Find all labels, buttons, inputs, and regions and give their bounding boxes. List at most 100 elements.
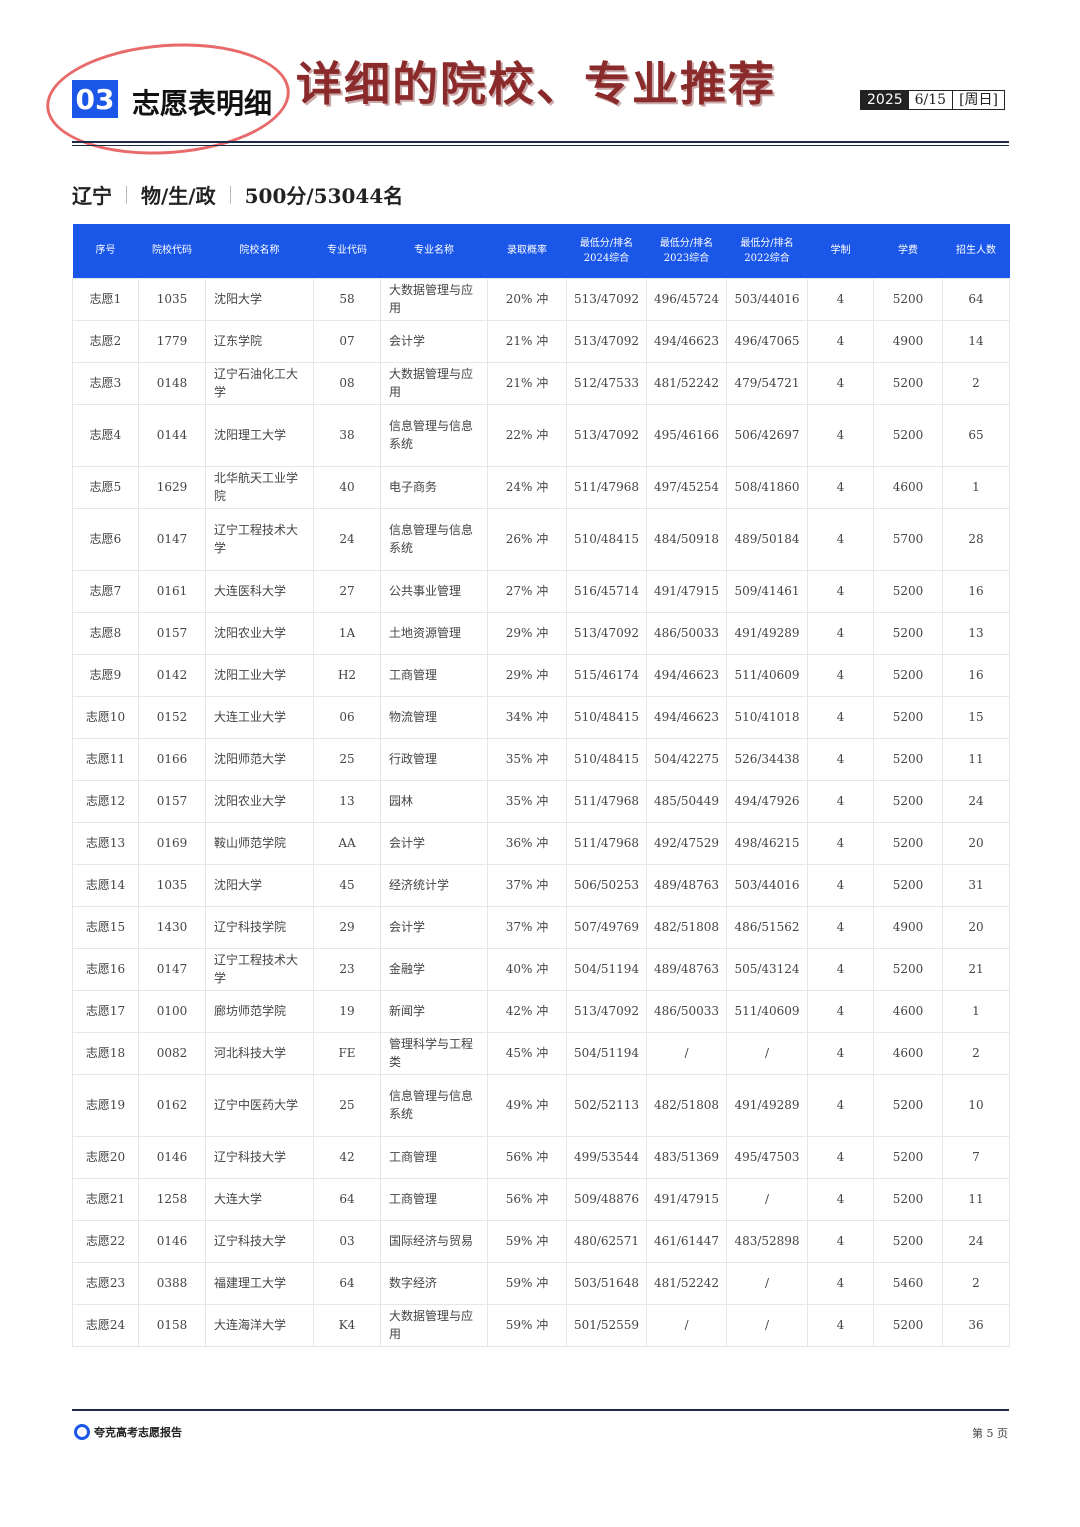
table-cell: 21% 冲 xyxy=(487,361,567,405)
table-row: 志愿16 0147 辽宁工程技术大学 23 金融学 40% 冲 504/51194 489/4… xyxy=(72,947,1010,991)
table-cell: 498/46215 xyxy=(726,821,808,865)
table-cell: 65 xyxy=(942,403,1010,467)
table-cell: 4 xyxy=(807,821,874,865)
table-cell: 4 xyxy=(807,507,874,571)
table-cell: 42% 冲 xyxy=(487,989,567,1033)
table-cell: 志愿19 xyxy=(72,1073,139,1137)
table-cell: 志愿23 xyxy=(72,1261,139,1305)
table-cell: 福建理工大学 xyxy=(205,1261,314,1305)
table-cell: 511/47968 xyxy=(566,779,647,823)
table-cell: 1 xyxy=(942,989,1010,1033)
table-cell: 辽宁工程技术大学 xyxy=(205,507,314,571)
table-cell: 志愿21 xyxy=(72,1177,139,1221)
table-cell: 4 xyxy=(807,1073,874,1137)
table-cell: 49% 冲 xyxy=(487,1073,567,1137)
table-cell: 20% 冲 xyxy=(487,277,567,321)
table-cell: 志愿7 xyxy=(72,569,139,613)
table-cell: 513/47092 xyxy=(566,277,647,321)
header-rule-thin xyxy=(72,145,1009,146)
table-cell: 40 xyxy=(313,465,381,509)
table-cell: 484/50918 xyxy=(646,507,727,571)
table-row: 志愿17 0100 廊坊师范学院 19 新闻学 42% 冲 513/47092 486/500… xyxy=(72,989,1010,1033)
table-cell: 新闻学 xyxy=(380,989,488,1033)
table-cell: 0161 xyxy=(138,569,206,613)
table-cell: 志愿8 xyxy=(72,611,139,655)
table-cell: / xyxy=(726,1261,808,1305)
header-rule xyxy=(72,141,1009,143)
table-cell: 37% 冲 xyxy=(487,863,567,907)
table-cell: 4 xyxy=(807,403,874,467)
table-cell: / xyxy=(726,1177,808,1221)
table-cell: 480/62571 xyxy=(566,1219,647,1263)
table-row: 志愿7 0161 大连医科大学 27 公共事业管理 27% 冲 516/45714 491/4… xyxy=(72,569,1010,613)
table-cell: 廊坊师范学院 xyxy=(205,989,314,1033)
table-cell: 工商管理 xyxy=(380,1177,488,1221)
table-cell: 59% 冲 xyxy=(487,1219,567,1263)
table-row: 志愿9 0142 沈阳工业大学 H2 工商管理 29% 冲 515/46174 494/466… xyxy=(72,653,1010,697)
table-cell: / xyxy=(726,1303,808,1347)
table-row: 志愿11 0166 沈阳师范大学 25 行政管理 35% 冲 510/48415 504/42… xyxy=(72,737,1010,781)
table-cell: 2 xyxy=(942,1261,1010,1305)
table-cell: 501/52559 xyxy=(566,1303,647,1347)
table-cell: 4 xyxy=(807,277,874,321)
table-cell: 1A xyxy=(313,611,381,655)
table-cell: 5200 xyxy=(873,695,943,739)
footer-rule xyxy=(72,1409,1009,1411)
table-cell: 4 xyxy=(807,1135,874,1179)
table-cell: 4 xyxy=(807,1303,874,1347)
table-cell: 4 xyxy=(807,947,874,991)
table-cell: 502/52113 xyxy=(566,1073,647,1137)
table-cell: 4 xyxy=(807,1261,874,1305)
table-cell: 21 xyxy=(942,947,1010,991)
table-cell: 03 xyxy=(313,1219,381,1263)
table-row: 志愿15 1430 辽宁科技学院 29 会计学 37% 冲 507/49769 482/518… xyxy=(72,905,1010,949)
table-cell: 491/47915 xyxy=(646,1177,727,1221)
table-cell: 496/47065 xyxy=(726,319,808,363)
table-cell: 信息管理与信息系统 xyxy=(380,403,488,467)
table-cell: 58 xyxy=(313,277,381,321)
table-cell: 511/40609 xyxy=(726,989,808,1033)
table-cell: 24% 冲 xyxy=(487,465,567,509)
table-cell: 31 xyxy=(942,863,1010,907)
table-cell: 495/47503 xyxy=(726,1135,808,1179)
table-cell: 499/53544 xyxy=(566,1135,647,1179)
table-cell: 5200 xyxy=(873,863,943,907)
table-cell: 28 xyxy=(942,507,1010,571)
table-cell: 45% 冲 xyxy=(487,1031,567,1075)
table-cell: 4 xyxy=(807,863,874,907)
table-cell: 志愿11 xyxy=(72,737,139,781)
table-cell: 志愿6 xyxy=(72,507,139,571)
table-cell: 志愿22 xyxy=(72,1219,139,1263)
table-cell: 510/41018 xyxy=(726,695,808,739)
table-row: 志愿20 0146 辽宁科技大学 42 工商管理 56% 冲 499/53544 483/51… xyxy=(72,1135,1010,1179)
table-cell: 4 xyxy=(807,611,874,655)
table-cell: 0147 xyxy=(138,507,206,571)
table-row: 志愿10 0152 大连工业大学 06 物流管理 34% 冲 510/48415 494/46… xyxy=(72,695,1010,739)
table-cell: 510/48415 xyxy=(566,507,647,571)
table-cell: 491/47915 xyxy=(646,569,727,613)
table-cell: 489/48763 xyxy=(646,947,727,991)
table-cell: 志愿3 xyxy=(72,361,139,405)
table-cell: 27% 冲 xyxy=(487,569,567,613)
table-cell: 志愿12 xyxy=(72,779,139,823)
application-table: 序号 院校代码 院校名称 专业代码 专业名称 录取概率 最低分/排名 2024综合 最低分/排… xyxy=(72,224,1010,1347)
table-cell: 491/49289 xyxy=(726,611,808,655)
table-cell: 482/51808 xyxy=(646,1073,727,1137)
table-cell: 沈阳农业大学 xyxy=(205,779,314,823)
table-cell: 489/48763 xyxy=(646,863,727,907)
table-cell: 辽东学院 xyxy=(205,319,314,363)
table-cell: 486/51562 xyxy=(726,905,808,949)
table-cell: 大连医科大学 xyxy=(205,569,314,613)
table-cell: 10 xyxy=(942,1073,1010,1137)
quark-logo-icon xyxy=(74,1424,90,1440)
table-cell: 辽宁科技大学 xyxy=(205,1135,314,1179)
table-cell: 物流管理 xyxy=(380,695,488,739)
table-body: 志愿1 1035 沈阳大学 58 大数据管理与应用 20% 冲 513/47092 496/4… xyxy=(72,277,1010,1347)
table-cell: 36 xyxy=(942,1303,1010,1347)
table-cell: 4 xyxy=(807,989,874,1033)
table-cell: 辽宁科技学院 xyxy=(205,905,314,949)
table-cell: 35% 冲 xyxy=(487,779,567,823)
table-cell: 29% 冲 xyxy=(487,653,567,697)
table-cell: 5200 xyxy=(873,361,943,405)
table-cell: 38 xyxy=(313,403,381,467)
